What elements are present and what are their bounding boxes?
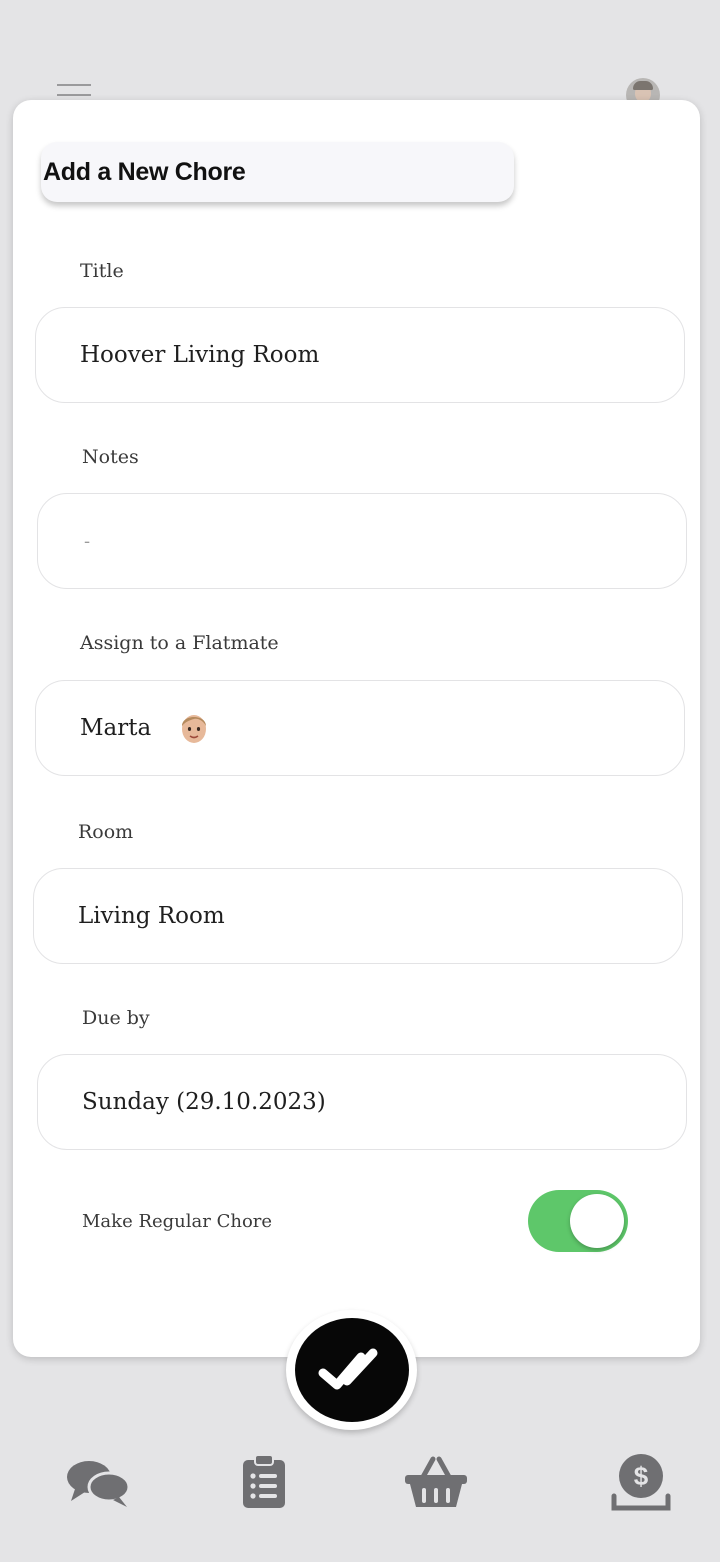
nav-chores[interactable] bbox=[230, 1452, 298, 1512]
nav-chat[interactable] bbox=[64, 1452, 132, 1512]
money-icon: $ bbox=[611, 1454, 671, 1511]
title-field[interactable]: Hoover Living Room bbox=[35, 307, 685, 403]
toggle-knob bbox=[570, 1194, 624, 1248]
title-label: Title bbox=[80, 260, 124, 282]
double-check-icon bbox=[318, 1348, 377, 1390]
notes-label: Notes bbox=[82, 446, 139, 468]
clipboard-list-icon bbox=[243, 1454, 285, 1508]
notes-field[interactable]: - bbox=[37, 493, 687, 589]
regular-chore-label: Make Regular Chore bbox=[82, 1211, 273, 1232]
assign-value: Marta bbox=[80, 715, 152, 741]
assign-flatmate-field[interactable]: Marta bbox=[35, 680, 685, 776]
due-label: Due by bbox=[82, 1007, 150, 1029]
room-value: Living Room bbox=[78, 903, 225, 929]
due-date-field[interactable]: Sunday (29.10.2023) bbox=[37, 1054, 687, 1150]
modal-title: Add a New Chore bbox=[41, 142, 514, 202]
nav-shopping[interactable] bbox=[402, 1452, 470, 1512]
flatmate-memoji-icon bbox=[182, 715, 207, 743]
add-chore-modal: Add a New Chore Title Hoover Living Room… bbox=[13, 100, 700, 1357]
title-value: Hoover Living Room bbox=[80, 342, 320, 368]
room-field[interactable]: Living Room bbox=[33, 868, 683, 964]
notes-placeholder: - bbox=[84, 530, 91, 552]
shopping-basket-icon bbox=[405, 1456, 467, 1507]
assign-label: Assign to a Flatmate bbox=[80, 632, 279, 654]
room-label: Room bbox=[78, 821, 134, 843]
regular-chore-toggle[interactable] bbox=[528, 1190, 628, 1252]
chat-icon bbox=[67, 1461, 131, 1507]
nav-money[interactable]: $ bbox=[607, 1452, 675, 1512]
confirm-chore-button[interactable] bbox=[286, 1310, 417, 1430]
svg-text:$: $ bbox=[634, 1461, 649, 1491]
due-value: Sunday (29.10.2023) bbox=[82, 1089, 326, 1115]
